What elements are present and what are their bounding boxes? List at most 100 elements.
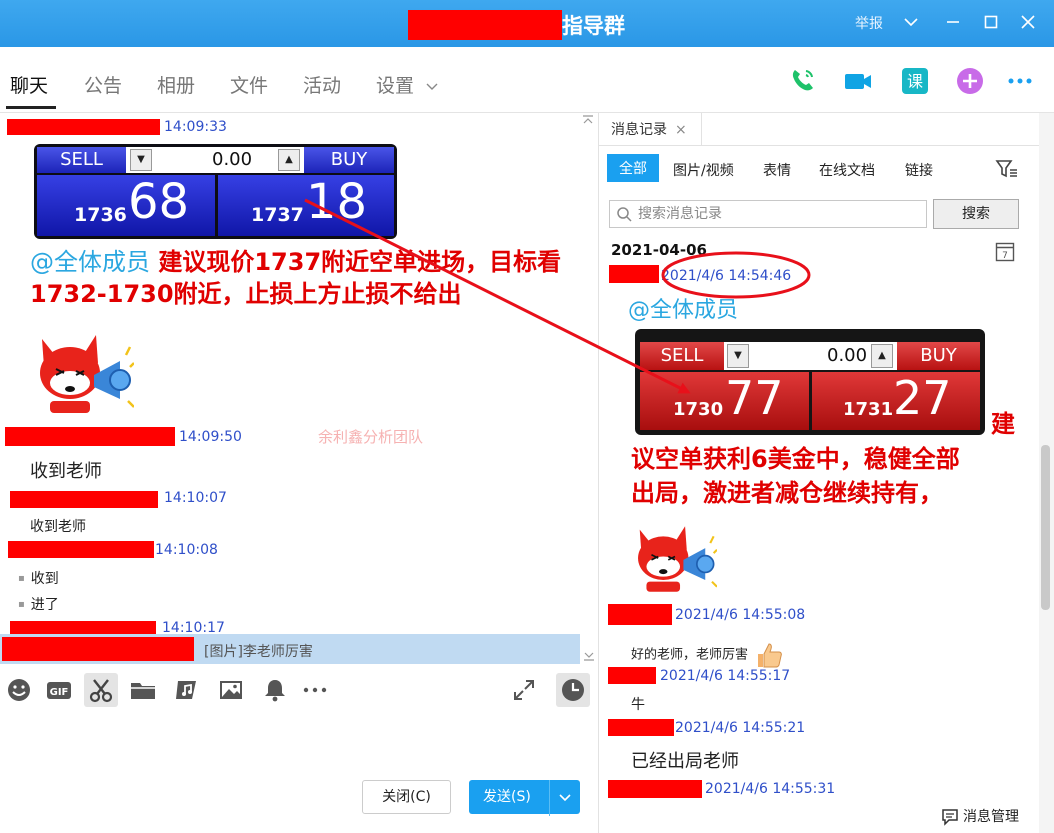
message-manage-button[interactable]: 消息管理 (941, 806, 1019, 826)
message-text: 收到老师 (30, 519, 86, 535)
increase-lot-icon: ▲ (278, 149, 300, 171)
filter-online-docs[interactable]: 在线文档 (819, 160, 875, 180)
increase-lot-icon: ▲ (871, 344, 893, 368)
gif-icon[interactable]: GIF (46, 677, 72, 703)
send-options-chevron-icon[interactable] (549, 780, 580, 816)
redacted-sender (5, 427, 175, 446)
send-button[interactable]: 发送(S) (469, 780, 580, 816)
calendar-icon[interactable]: 7 (995, 240, 1015, 266)
tab-chat[interactable]: 聊天 (10, 71, 48, 98)
message-text-body: 好的老师，老师厉害 (631, 647, 749, 663)
more-icon[interactable] (1005, 66, 1035, 96)
mention-all[interactable]: @全体成员 (628, 292, 738, 324)
buy-price-prefix: 1737 (251, 204, 304, 226)
redacted-sender (10, 491, 158, 508)
thumbs-up-icon (758, 643, 783, 668)
svg-text:7: 7 (1002, 251, 1008, 261)
list-item: 进了 (18, 594, 59, 614)
search-icon (617, 207, 632, 222)
quoted-message-bar[interactable]: [图片]李老师厉害 (0, 634, 580, 664)
tab-album[interactable]: 相册 (157, 71, 195, 98)
svg-text:GIF: GIF (50, 687, 69, 698)
tab-settings-label: 设置 (376, 75, 415, 97)
message-history-panel: 消息记录× 全部 图片/视频 表情 在线文档 链接 搜索 2021-04-06 … (599, 113, 1039, 833)
phone-icon[interactable] (787, 66, 817, 96)
quoted-message-text: [图片]李老师厉害 (204, 644, 313, 660)
folder-icon[interactable] (130, 677, 156, 703)
close-button[interactable]: 关闭(C) (362, 780, 451, 814)
composer-toolbar: GIF (0, 667, 598, 713)
bell-icon[interactable] (262, 677, 288, 703)
fox-megaphone-sticker (40, 335, 134, 413)
add-app-icon[interactable] (955, 66, 985, 96)
expand-icon[interactable] (511, 677, 537, 703)
filter-media[interactable]: 图片/视频 (673, 160, 734, 180)
trade-widget-red: SELL ▼ 0.00 ▲ BUY 1730 77 1731 27 (635, 329, 985, 435)
filter-links[interactable]: 链接 (905, 160, 933, 180)
list-item: 收到 (18, 568, 59, 588)
redacted-sender (609, 265, 659, 283)
instruction-text: 议空单获利6美金中，稳健全部 (631, 445, 960, 473)
course-icon[interactable]: 课 (900, 66, 930, 96)
history-tab[interactable]: 消息记录 × (599, 113, 702, 145)
more-tools-icon[interactable] (302, 677, 328, 703)
minimize-icon[interactable] (938, 8, 968, 36)
collapse-icon[interactable] (582, 115, 594, 125)
message-input-area[interactable] (0, 713, 598, 833)
sell-price-big: 77 (725, 371, 784, 425)
tab-files[interactable]: 文件 (230, 71, 268, 98)
message-time: 14:10:08 (155, 542, 218, 558)
filter-all[interactable]: 全部 (607, 154, 659, 182)
chevron-down-icon[interactable] (896, 8, 926, 36)
redacted-sender (608, 780, 702, 798)
close-icon[interactable]: × (675, 122, 687, 138)
emoji-icon[interactable] (6, 677, 32, 703)
buy-price-prefix: 1731 (843, 399, 894, 420)
filter-stickers[interactable]: 表情 (763, 160, 791, 180)
redacted-sender (7, 119, 160, 135)
redacted-sender (608, 667, 656, 684)
history-clock-icon[interactable] (556, 673, 590, 707)
redacted-sender (10, 621, 156, 635)
message-time: 2021/4/6 14:55:08 (675, 607, 806, 623)
watermark-text: 余利鑫分析团队 (318, 428, 424, 446)
decrease-lot-icon: ▼ (727, 344, 749, 368)
mention-all[interactable]: @全体成员 (30, 248, 150, 276)
video-icon[interactable] (843, 66, 873, 96)
music-icon[interactable] (174, 677, 200, 703)
trade-widget-blue: SELL ▼ 0.00 ▲ BUY 1736 68 1737 18 (34, 144, 397, 239)
history-search-input[interactable] (638, 204, 918, 224)
scroll-to-bottom-icon[interactable] (583, 650, 595, 662)
tab-settings[interactable]: 设置 (376, 71, 438, 98)
redacted-sender (608, 719, 674, 736)
message-manage-label: 消息管理 (963, 809, 1019, 825)
report-button[interactable]: 举报 (855, 13, 883, 33)
screenshot-scissors-icon[interactable] (84, 673, 118, 707)
lot-value: 0.00 (827, 345, 868, 366)
instruction-text: 建 (991, 410, 1015, 438)
maximize-icon[interactable] (976, 8, 1006, 36)
message-time: 2021/4/6 14:55:21 (675, 720, 806, 736)
close-icon[interactable] (1013, 8, 1043, 36)
sell-button: SELL (37, 147, 126, 173)
send-button-label: 发送(S) (483, 789, 531, 805)
redacted-sender (2, 637, 194, 661)
tab-activity[interactable]: 活动 (303, 71, 341, 98)
group-tab-bar: 聊天 公告 相册 文件 活动 设置 课 (0, 47, 1054, 113)
title-bar: 指导群 举报 (0, 0, 1054, 47)
buy-price-big: 27 (893, 371, 952, 425)
filter-icon[interactable] (995, 158, 1019, 184)
history-filter-bar: 全部 图片/视频 表情 在线文档 链接 (599, 145, 1039, 189)
image-icon[interactable] (218, 677, 244, 703)
history-scroll-thumb[interactable] (1041, 445, 1050, 610)
sell-button: SELL (640, 342, 724, 370)
redacted-sender (608, 604, 672, 625)
chat-message-list[interactable]: 14:09:33 SELL ▼ 0.00 ▲ BUY 1736 68 1737 … (0, 113, 598, 665)
tab-announcement[interactable]: 公告 (84, 71, 122, 98)
sell-price-big: 68 (128, 174, 190, 230)
instruction-text: 出局，激进者减仓继续持有， (631, 479, 943, 507)
history-search-button[interactable]: 搜索 (933, 199, 1019, 229)
instruction-text: @全体成员 建议现价1737附近空单进场，目标看1732-1730附近，止损上方… (30, 246, 590, 310)
buy-button: BUY (304, 147, 394, 173)
buy-button: BUY (897, 342, 980, 370)
